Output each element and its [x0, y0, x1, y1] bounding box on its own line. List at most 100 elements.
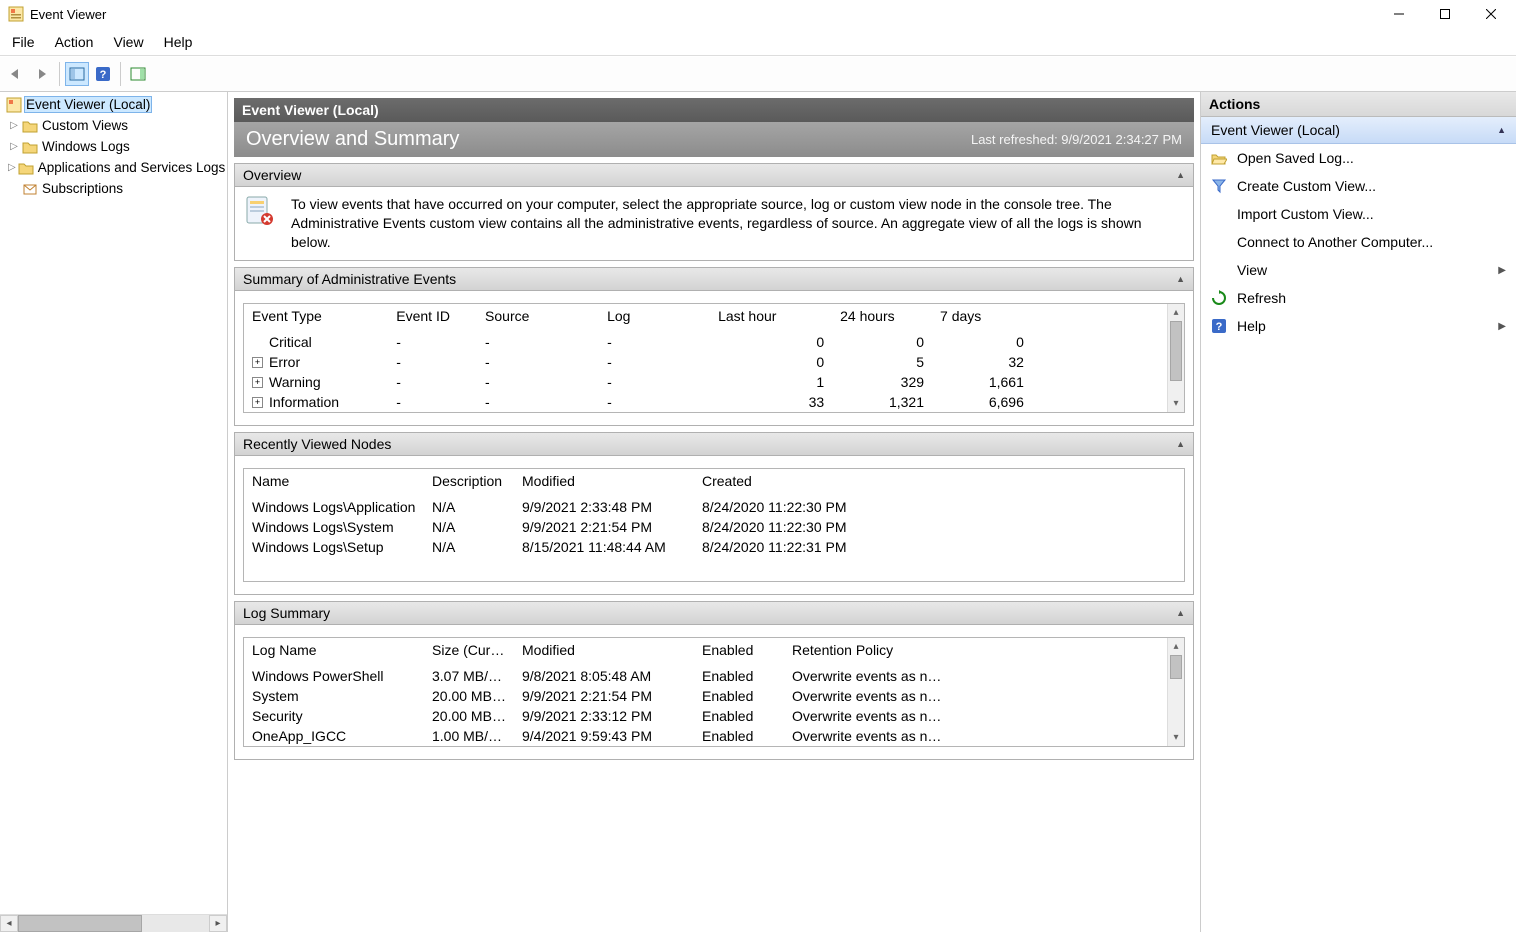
table-header-row: Name Description Modified Created	[244, 469, 1184, 497]
scroll-up-icon[interactable]: ▴	[1168, 304, 1184, 321]
tree-subscriptions[interactable]: Subscriptions	[0, 178, 227, 199]
collapse-icon[interactable]: ▲	[1176, 274, 1185, 284]
help-toolbar-button[interactable]: ?	[91, 62, 115, 86]
menu-help[interactable]: Help	[154, 28, 203, 55]
maximize-button[interactable]	[1422, 0, 1468, 28]
collapse-icon[interactable]: ▲	[1176, 608, 1185, 618]
folder-icon	[22, 118, 38, 134]
scroll-right-icon[interactable]: ▸	[209, 915, 227, 932]
tree-app-services-logs[interactable]: ▷ Applications and Services Logs	[0, 157, 227, 178]
collapse-icon[interactable]: ▲	[1497, 125, 1506, 135]
expand-box-icon[interactable]: +	[252, 357, 263, 368]
folder-open-icon	[1211, 150, 1227, 166]
minimize-button[interactable]	[1376, 0, 1422, 28]
scroll-down-icon[interactable]: ▾	[1168, 395, 1184, 412]
action-item[interactable]: Refresh	[1201, 284, 1516, 312]
nav-back-button[interactable]	[4, 62, 28, 86]
console-tree[interactable]: Event Viewer (Local) ▷ Custom Views ▷ Wi…	[0, 92, 227, 914]
table-header-row: Log Name Size (Curre... Modified Enabled…	[244, 638, 1184, 666]
expander-icon[interactable]: ▷	[8, 141, 20, 152]
preview-pane-button[interactable]	[126, 62, 150, 86]
action-item[interactable]: Import Custom View...	[1201, 200, 1516, 228]
table-row[interactable]: OneApp_IGCC1.00 MB/1...9/4/2021 9:59:43 …	[244, 726, 1184, 746]
nav-forward-button[interactable]	[30, 62, 54, 86]
table-row[interactable]: +Error---0532	[244, 352, 1184, 372]
main-layout: Event Viewer (Local) ▷ Custom Views ▷ Wi…	[0, 92, 1516, 932]
panel-logsum: Log Summary ▲ Log Name Size (Curre... Mo…	[234, 601, 1194, 760]
refresh-icon	[1211, 290, 1227, 306]
tree-custom-views[interactable]: ▷ Custom Views	[0, 115, 227, 136]
action-item[interactable]: Create Custom View...	[1201, 172, 1516, 200]
app-icon	[8, 6, 24, 22]
folder-icon	[18, 160, 34, 176]
action-item[interactable]: Connect to Another Computer...	[1201, 228, 1516, 256]
expander-icon[interactable]: ▷	[8, 162, 16, 173]
tree-pane: Event Viewer (Local) ▷ Custom Views ▷ Wi…	[0, 92, 228, 932]
expand-box-icon[interactable]: +	[252, 397, 263, 408]
window-title: Event Viewer	[30, 7, 106, 22]
actions-pane: Actions Event Viewer (Local) ▲ Open Save…	[1200, 92, 1516, 932]
table-header-row: Event Type Event ID Source Log Last hour…	[244, 304, 1184, 332]
expand-box-icon[interactable]: +	[252, 377, 263, 388]
table-row[interactable]: Critical---000	[244, 332, 1184, 352]
menu-bar: File Action View Help	[0, 28, 1516, 56]
info-icon	[243, 195, 275, 227]
show-tree-button[interactable]	[65, 62, 89, 86]
table-row[interactable]: Windows Logs\ApplicationN/A9/9/2021 2:33…	[244, 497, 1184, 517]
recent-table[interactable]: Name Description Modified Created Window…	[244, 469, 1184, 557]
panel-logsum-head[interactable]: Log Summary ▲	[235, 602, 1193, 625]
overview-titlebar: Overview and Summary Last refreshed: 9/9…	[234, 122, 1194, 157]
overview-text: To view events that have occurred on you…	[291, 195, 1185, 252]
tree-root-label: Event Viewer (Local)	[24, 96, 152, 113]
scroll-up-icon[interactable]: ▴	[1168, 638, 1184, 655]
chevron-right-icon: ▶	[1498, 265, 1506, 276]
actions-title: Actions	[1201, 92, 1516, 117]
tree-root[interactable]: Event Viewer (Local)	[0, 94, 227, 115]
toolbar: ?	[0, 56, 1516, 92]
logsum-v-scrollbar[interactable]: ▴ ▾	[1167, 638, 1184, 746]
table-row[interactable]: Security20.00 MB/...9/9/2021 2:33:12 PME…	[244, 706, 1184, 726]
menu-view[interactable]: View	[103, 28, 153, 55]
center-header: Event Viewer (Local)	[234, 98, 1194, 122]
collapse-icon[interactable]: ▲	[1176, 439, 1185, 449]
table-row[interactable]: Windows Logs\SetupN/A8/15/2021 11:48:44 …	[244, 537, 1184, 557]
table-row[interactable]: +Warning---13291,661	[244, 372, 1184, 392]
menu-action[interactable]: Action	[45, 28, 104, 55]
close-button[interactable]	[1468, 0, 1514, 28]
panel-recent-head[interactable]: Recently Viewed Nodes ▲	[235, 433, 1193, 456]
scroll-down-icon[interactable]: ▾	[1168, 729, 1184, 746]
blank-icon	[1211, 206, 1227, 222]
menu-file[interactable]: File	[2, 28, 45, 55]
blank-icon	[1211, 234, 1227, 250]
svg-text:?: ?	[1216, 321, 1223, 333]
last-refreshed: Last refreshed: 9/9/2021 2:34:27 PM	[971, 132, 1182, 147]
table-row[interactable]: +Information---331,3216,696	[244, 392, 1184, 412]
table-row[interactable]: Windows Logs\SystemN/A9/9/2021 2:21:54 P…	[244, 517, 1184, 537]
action-item[interactable]: View▶	[1201, 256, 1516, 284]
summary-table-wrap: Event Type Event ID Source Log Last hour…	[243, 303, 1185, 413]
overview-title: Overview and Summary	[246, 128, 459, 151]
summary-v-scrollbar[interactable]: ▴ ▾	[1167, 304, 1184, 412]
action-item[interactable]: Open Saved Log...	[1201, 144, 1516, 172]
action-item[interactable]: ?Help▶	[1201, 312, 1516, 340]
recent-table-wrap: Name Description Modified Created Window…	[243, 468, 1185, 582]
event-viewer-icon	[6, 97, 22, 113]
tree-h-scrollbar[interactable]: ◂ ▸	[0, 914, 227, 932]
table-row[interactable]: System20.00 MB/...9/9/2021 2:21:54 PMEna…	[244, 686, 1184, 706]
expander-icon[interactable]: ▷	[8, 120, 20, 131]
scroll-left-icon[interactable]: ◂	[0, 915, 18, 932]
actions-group-head[interactable]: Event Viewer (Local) ▲	[1201, 117, 1516, 144]
summary-table[interactable]: Event Type Event ID Source Log Last hour…	[244, 304, 1184, 412]
collapse-icon[interactable]: ▲	[1176, 170, 1185, 180]
tree-windows-logs[interactable]: ▷ Windows Logs	[0, 136, 227, 157]
logsum-table-wrap: Log Name Size (Curre... Modified Enabled…	[243, 637, 1185, 747]
chevron-right-icon: ▶	[1498, 321, 1506, 332]
panel-recent: Recently Viewed Nodes ▲ Name Description…	[234, 432, 1194, 595]
logsum-table[interactable]: Log Name Size (Curre... Modified Enabled…	[244, 638, 1184, 746]
panel-overview-head[interactable]: Overview ▲	[235, 164, 1193, 187]
panel-summary: Summary of Administrative Events ▲ Event…	[234, 267, 1194, 426]
panel-summary-head[interactable]: Summary of Administrative Events ▲	[235, 268, 1193, 291]
svg-text:?: ?	[100, 69, 107, 81]
table-row[interactable]: Windows PowerShell3.07 MB/1...9/8/2021 8…	[244, 666, 1184, 686]
panel-overview: Overview ▲ To view events that have occu…	[234, 163, 1194, 261]
